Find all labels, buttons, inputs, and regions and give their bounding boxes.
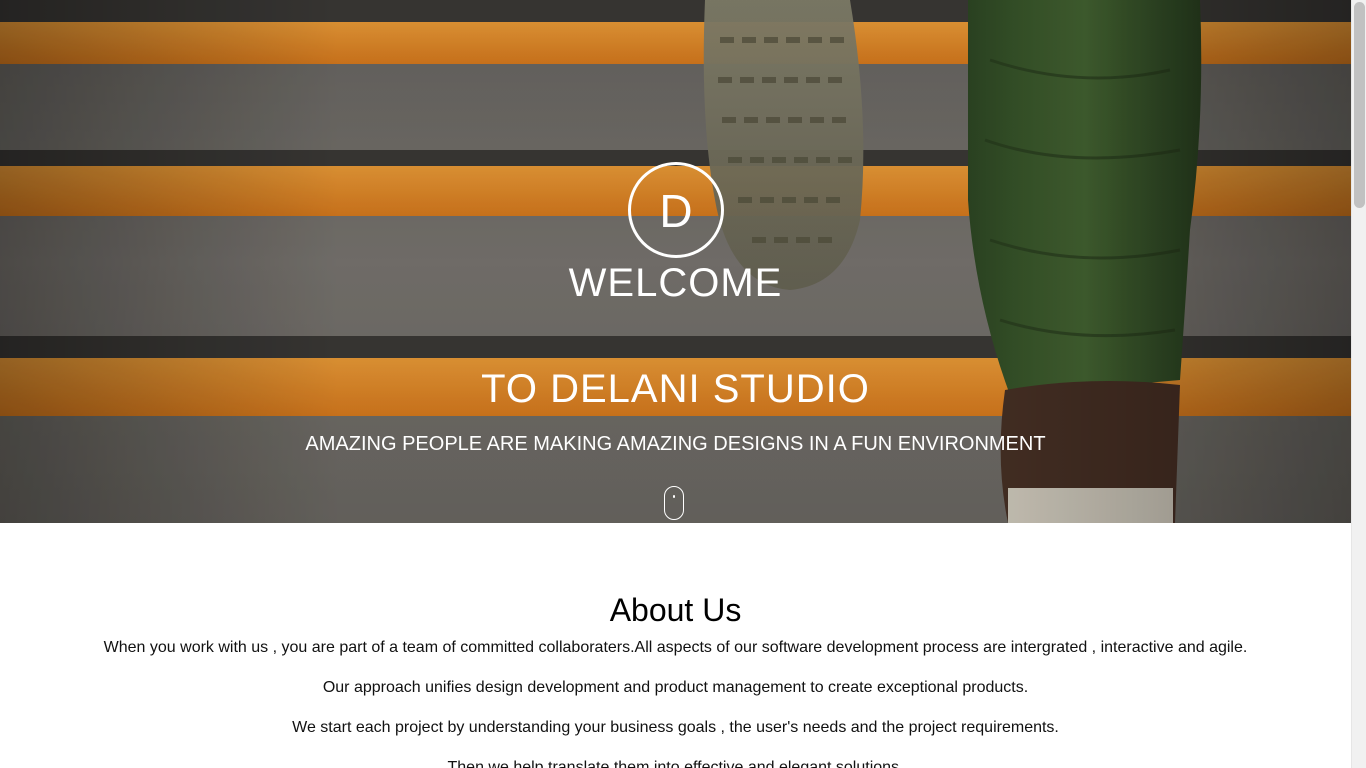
hero-tagline: AMAZING PEOPLE ARE MAKING AMAZING DESIGN… [305, 433, 1046, 455]
scrollbar-thumb[interactable] [1354, 2, 1365, 208]
mouse-scroll-icon[interactable] [664, 486, 684, 520]
page: D WELCOME TO DELANI STUDIO AMAZING PEOPL… [0, 0, 1351, 768]
logo-letter: D [659, 185, 693, 237]
about-title: About Us [609, 592, 742, 628]
about-section: About Us When you work with us , you are… [0, 523, 1351, 768]
about-paragraph: When you work with us , you are part of … [103, 639, 1248, 656]
vertical-scrollbar[interactable] [1351, 0, 1366, 768]
studio-heading: TO DELANI STUDIO [481, 367, 870, 411]
logo-circle: D [628, 162, 724, 258]
welcome-heading: WELCOME [568, 261, 783, 305]
hero-content: D WELCOME TO DELANI STUDIO AMAZING PEOPL… [0, 0, 1351, 523]
about-paragraph: Our approach unifies design development … [322, 679, 1029, 696]
hero-section: D WELCOME TO DELANI STUDIO AMAZING PEOPL… [0, 0, 1351, 523]
browser-viewport: D WELCOME TO DELANI STUDIO AMAZING PEOPL… [0, 0, 1366, 768]
about-paragraph: Then we help translate them into effecti… [447, 759, 904, 768]
about-paragraph: We start each project by understanding y… [292, 719, 1059, 736]
